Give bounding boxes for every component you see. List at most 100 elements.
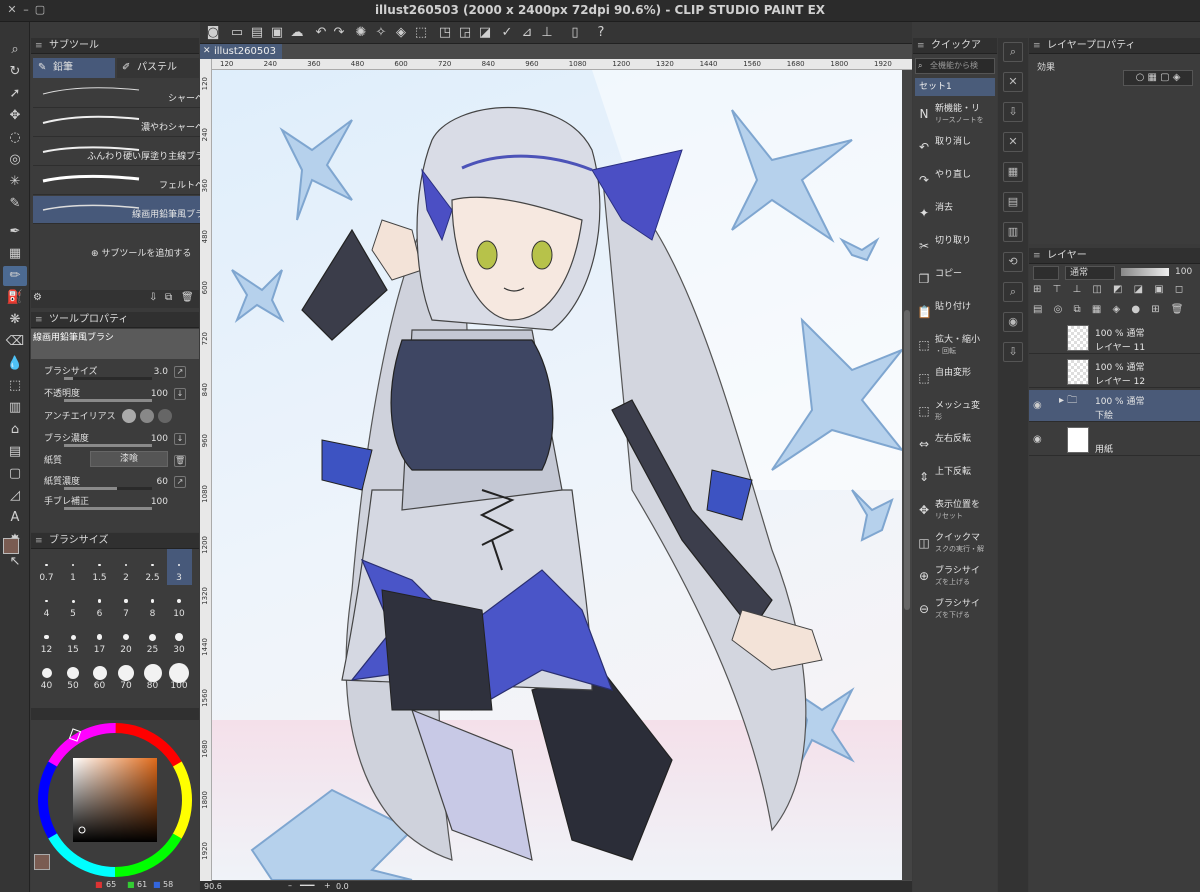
effect-buttons[interactable]: ○ ▦ ▢ ◈ — [1123, 70, 1193, 86]
panel-layer-icon[interactable]: ▥ — [1003, 222, 1023, 242]
pencil-tool-icon[interactable]: ✏ — [3, 266, 27, 286]
brush-size-slider[interactable] — [64, 377, 152, 380]
operation-tool-icon[interactable]: ➚ — [3, 84, 27, 104]
brush-size-preset[interactable]: 40 — [34, 657, 59, 693]
navigator-icon[interactable]: ⌕ — [1003, 42, 1023, 62]
undo-icon[interactable]: ↶ — [312, 24, 330, 42]
panel-grid-icon[interactable]: ▦ — [1003, 162, 1023, 182]
eraser-icon[interactable]: ⌫ — [3, 332, 27, 352]
figure-icon[interactable]: ▢ — [3, 464, 27, 484]
brush-size-preset[interactable]: 17 — [87, 621, 112, 657]
brush-size-row[interactable]: ブラシサイズ 3.0 ↗ — [44, 364, 194, 384]
quick-access-item[interactable]: ✥ 表示位置を リセット — [913, 496, 997, 528]
zoom-readout[interactable]: 90.6 — [204, 882, 222, 891]
opacity-row[interactable]: 不透明度 100 ↓ — [44, 386, 194, 406]
layer-type-select[interactable] — [1033, 266, 1059, 280]
smartphone-icon[interactable]: ▯ — [566, 24, 584, 42]
visibility-eye-icon[interactable]: ◉ — [1033, 434, 1042, 445]
transform-icon[interactable]: ⬚ — [412, 24, 430, 42]
brush-density-slider[interactable] — [64, 444, 152, 447]
brush-size-preset[interactable]: 30 — [167, 621, 192, 657]
quick-access-item[interactable]: ⬚ 自由変形 — [913, 364, 997, 396]
brush-size-preset[interactable]: 0.7 — [34, 549, 59, 585]
opacity-slider[interactable] — [1121, 268, 1169, 276]
quick-access-item[interactable]: ❐ コピー — [913, 265, 997, 297]
visibility-eye-icon[interactable]: ◉ — [1033, 400, 1042, 411]
download-icon[interactable]: ⇩ — [149, 292, 157, 303]
help-icon[interactable]: ? — [592, 24, 610, 42]
selection-icon[interactable]: ◎ — [3, 150, 27, 170]
text-tool-icon[interactable]: A — [3, 508, 27, 528]
close-tab-icon[interactable]: ✕ — [203, 44, 211, 59]
panel-download-icon[interactable]: ⇩ — [1003, 342, 1023, 362]
layer-action-row[interactable]: ▤ ◎ ⧉ ▦ ◈ ● ⊞ 🗑 — [1033, 304, 1197, 318]
quick-access-item[interactable]: ⬚ 拡大・縮小 ・回転 — [913, 331, 997, 363]
settings-icon[interactable]: ⚙ — [33, 292, 42, 303]
select-all-icon[interactable]: ◳ — [436, 24, 454, 42]
auto-select-icon[interactable]: ✳ — [3, 172, 27, 192]
ruler-tool-icon[interactable]: ◿ — [3, 486, 27, 506]
quick-access-item[interactable]: N 新機能・リ リースノートを — [913, 100, 997, 132]
paper-texture-row[interactable]: 紙質 漆喰 🗑 — [44, 451, 194, 473]
draw-line-icon[interactable]: ⊥ — [538, 24, 556, 42]
antialias-row[interactable]: アンチエイリアス — [44, 409, 194, 429]
brush-size-preset[interactable]: 100 — [167, 657, 192, 693]
texture-select[interactable]: 漆喰 — [90, 451, 168, 467]
decoration-icon[interactable]: ▦ — [3, 244, 27, 264]
quick-access-item[interactable]: ⊕ ブラシサイ ズを上げる — [913, 562, 997, 594]
canvas[interactable] — [212, 70, 902, 880]
panel-camera-icon[interactable]: ◉ — [1003, 312, 1023, 332]
save-icon[interactable]: ▣ — [268, 24, 286, 42]
cake-icon[interactable]: ⌂ — [3, 420, 27, 440]
brush-size-preset[interactable]: 2 — [114, 549, 139, 585]
app-menu-icon[interactable]: ◙ — [204, 24, 222, 42]
brush-item[interactable]: ふんわり硬い厚塗り主線ブラシ — [33, 138, 217, 166]
delete-texture-icon[interactable]: 🗑 — [174, 455, 186, 467]
redo-icon[interactable]: ↷ — [330, 24, 348, 42]
clear-icon[interactable]: ✧ — [372, 24, 390, 42]
brush-size-preset[interactable]: 12 — [34, 621, 59, 657]
brush-item[interactable]: 濃やわシャーペン — [33, 109, 217, 137]
brush-size-preset[interactable]: 3 — [166, 549, 192, 585]
panel-material-icon[interactable]: ▤ — [1003, 192, 1023, 212]
zoom-in-icon[interactable]: + — [324, 881, 331, 890]
layer-row[interactable]: ◉ ▸ 🗀 100 % 通常 下絵 — [1029, 390, 1200, 422]
quick-access-item[interactable]: ✂ 切り取り — [913, 232, 997, 264]
brush-size-preset[interactable]: 6 — [87, 585, 112, 621]
gradient-icon[interactable]: ▥ — [3, 398, 27, 418]
brush-size-preset[interactable]: 70 — [114, 657, 139, 693]
pen-stabilize-icon[interactable]: ✓ — [498, 24, 516, 42]
stabilization-slider[interactable] — [64, 507, 152, 510]
texture-density-row[interactable]: 紙質濃度 60 ↗ — [44, 474, 194, 494]
document-tab[interactable]: ✕ illust260503 — [200, 44, 282, 59]
quick-access-item[interactable]: ◫ クイックマ スクの実行・解 — [913, 529, 997, 561]
vertical-scrollbar[interactable] — [902, 70, 912, 880]
stabilization-row[interactable]: 手ブレ補正 100 — [44, 494, 194, 514]
brush-size-preset[interactable]: 50 — [61, 657, 86, 693]
dynamics-icon[interactable]: ↗ — [174, 366, 186, 378]
pen-icon[interactable]: ✒ — [3, 222, 27, 242]
color-wheel[interactable] — [35, 720, 195, 880]
brush-item[interactable]: 線画用鉛筆風ブラシ — [33, 196, 217, 224]
hand-tool-icon[interactable]: ↻ — [3, 62, 27, 82]
antialias-mid-option[interactable] — [140, 409, 154, 423]
brush-item[interactable]: フェルトペン — [33, 167, 217, 195]
brush-size-preset[interactable]: 25 — [140, 621, 165, 657]
correct-line-icon[interactable]: ↖ — [3, 552, 27, 572]
current-color-swatch[interactable] — [34, 854, 50, 870]
quick-access-item[interactable]: ⬚ メッシュ変形 — [913, 397, 997, 429]
quick-access-item[interactable]: ↷ やり直し — [913, 166, 997, 198]
new-file-icon[interactable]: ▭ — [228, 24, 246, 42]
brush-size-preset[interactable]: 1 — [61, 549, 86, 585]
quick-access-item[interactable]: ✦ 消去 — [913, 199, 997, 231]
layer-row[interactable]: 100 % 通常 レイヤー 11 — [1029, 322, 1200, 354]
brush-size-preset[interactable]: 20 — [114, 621, 139, 657]
move-layer-icon[interactable]: ✥ — [3, 106, 27, 126]
quick-access-search[interactable]: ⌕ 全機能から検 — [915, 58, 995, 74]
fill-tool-icon[interactable]: ⬚ — [3, 376, 27, 396]
texture-density-slider[interactable] — [64, 487, 152, 490]
rotation-readout[interactable]: 0.0 — [336, 882, 349, 891]
tab-pastel[interactable]: ✐ パステル — [117, 58, 199, 78]
opacity-slider[interactable] — [64, 399, 152, 402]
zoom-slider[interactable]: ━━━ — [300, 881, 314, 890]
